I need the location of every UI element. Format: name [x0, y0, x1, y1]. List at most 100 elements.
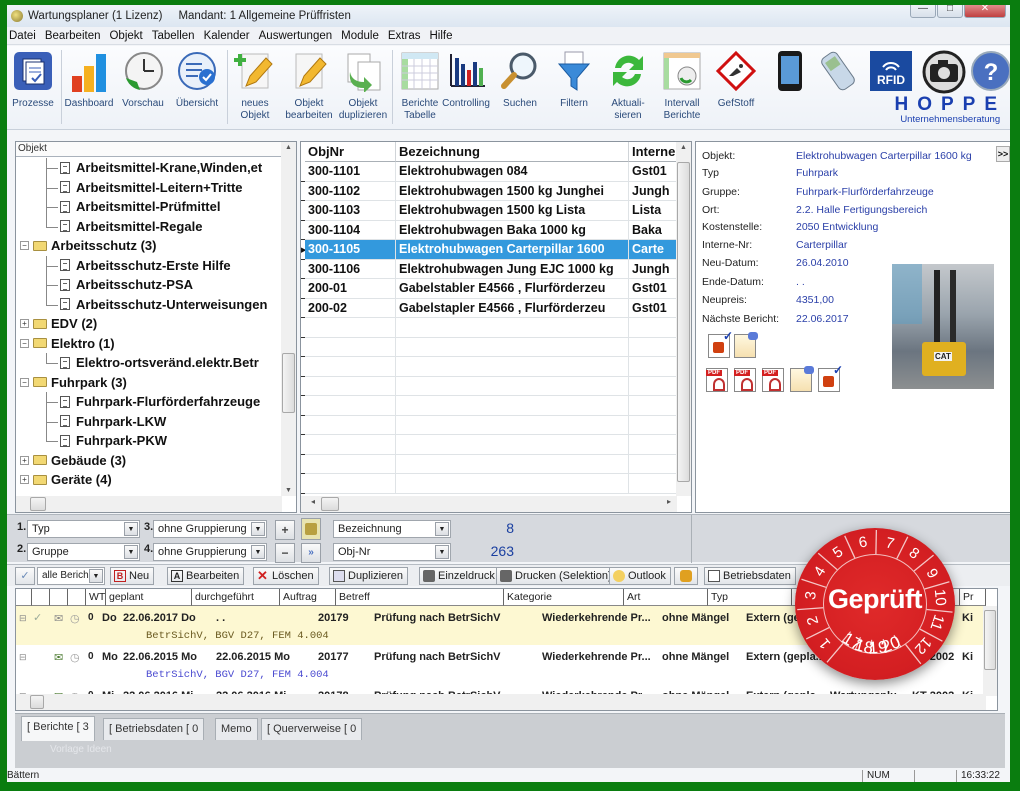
pdf-icon[interactable]	[734, 368, 756, 392]
edit-report-button[interactable]: A Bearbeiten	[167, 567, 245, 585]
object-row-cell[interactable]: Jungh	[629, 181, 677, 201]
report-filter-select[interactable]: alle Berich ▼	[37, 567, 105, 585]
tree-item[interactable]: Arbeitsmittel-Prüfmittel	[60, 197, 220, 217]
object-row-cell[interactable]: 200-01	[305, 279, 396, 299]
operating-data-button[interactable]: Betriebsdaten	[704, 567, 796, 585]
object-row-cell[interactable]: Gst01	[629, 279, 677, 299]
delete-report-button[interactable]: ✕ Löschen	[253, 567, 319, 585]
checkmark-doc-icon[interactable]	[818, 363, 843, 392]
report-column-header[interactable]: Auftrag	[280, 589, 336, 606]
tree-folder[interactable]: + EDV (2)	[20, 314, 97, 334]
reports-hscroll-thumb[interactable]	[30, 695, 44, 709]
reports-scroll-thumb[interactable]	[984, 610, 996, 670]
report-column-header[interactable]: WT	[86, 589, 106, 606]
toolbar-objekt-bearbeiten-button[interactable]: Objekt bearbeiten	[283, 50, 335, 126]
expand-all-button[interactable]: »	[301, 543, 321, 563]
menu-module[interactable]: Module	[341, 30, 379, 42]
image-doc-icon[interactable]	[790, 366, 814, 392]
menu-datei[interactable]: Datei	[9, 30, 36, 42]
tree-item[interactable]: Arbeitsmittel-Leitern+Tritte	[60, 178, 243, 198]
toolbar-smartphone-button[interactable]	[764, 50, 816, 126]
toolbar-dashboard-button[interactable]: Dashboard	[63, 50, 115, 126]
maximize-button[interactable]: □	[937, 5, 963, 18]
expand-icon[interactable]: +	[20, 455, 29, 465]
object-grid-hscroll-thumb[interactable]	[321, 497, 339, 511]
tree-item[interactable]: Fuhrpark-Flurförderfahrzeuge	[60, 392, 260, 412]
collapse-icon[interactable]: ⊟	[19, 613, 27, 624]
report-column-header[interactable]	[68, 589, 86, 606]
sort-field-2-select[interactable]: Obj-Nr ▼	[333, 543, 451, 561]
toolbar-objekt-duplizieren-button[interactable]: Objekt duplizieren	[337, 50, 389, 126]
report-column-header[interactable]	[16, 589, 32, 606]
collapse-icon[interactable]: ⊟	[19, 652, 27, 663]
object-row-cell[interactable]: 300-1102	[305, 181, 396, 201]
object-row-cell[interactable]: Gst01	[629, 298, 677, 318]
object-row-cell[interactable]: Gabelstabler E4566 , Flurförderzeu	[396, 279, 629, 299]
expand-icon[interactable]: +	[20, 319, 29, 329]
object-row-cell[interactable]: Gabelstapler E4566 , Flurförderzeu	[396, 298, 629, 318]
tree-folder[interactable]: − Arbeitsschutz (3)	[20, 236, 156, 256]
object-row-cell[interactable]: 300-1104	[305, 220, 396, 240]
image-doc-icon[interactable]	[734, 332, 758, 358]
toolbar-controlling-button[interactable]: Controlling	[440, 50, 492, 126]
sort-field-1-select[interactable]: Bezeichnung ▼	[333, 520, 451, 538]
object-row-cell[interactable]: 200-02	[305, 298, 396, 318]
group-level-2-select[interactable]: Gruppe ▼	[27, 543, 140, 561]
checkmark-doc-icon[interactable]	[708, 329, 733, 358]
duplicate-report-button[interactable]: Duplizieren	[329, 567, 409, 585]
reports-vertical-scrollbar[interactable]	[983, 606, 997, 696]
object-row-cell[interactable]: 300-1105	[305, 240, 396, 260]
tree-item[interactable]: Arbeitsmittel-Krane,Winden,et	[60, 158, 262, 178]
menu-extras[interactable]: Extras	[388, 30, 421, 42]
tree-item[interactable]: Arbeitsmittel-Regale	[60, 217, 202, 237]
menu-tabellen[interactable]: Tabellen	[152, 30, 195, 42]
pdf-icon[interactable]	[762, 368, 784, 392]
menu-bearbeiten[interactable]: Bearbeiten	[45, 30, 101, 42]
column-header-1[interactable]: Bezeichnung	[396, 142, 629, 162]
object-row-cell[interactable]: Elektrohubwagen 1500 kg Junghei	[396, 181, 629, 201]
object-row-cell[interactable]: Jungh	[629, 259, 677, 279]
object-row-cell[interactable]: Gst01	[629, 162, 677, 182]
toolbar-filtern-button[interactable]: Filtern	[548, 50, 600, 126]
group-level-1-select[interactable]: Typ ▼	[27, 520, 140, 538]
report-column-header[interactable]: Art	[624, 589, 708, 606]
toolbar-uebersicht-button[interactable]: Übersicht	[171, 50, 223, 126]
tab-berichte[interactable]: [ Berichte [ 3	[21, 716, 95, 741]
print-single-button[interactable]: Einzeldruck	[419, 567, 500, 585]
report-column-header[interactable]: durchgeführt	[192, 589, 280, 606]
object-row-cell[interactable]: Elektrohubwagen Baka 1000 kg	[396, 220, 629, 240]
column-header-2[interactable]: Interne	[629, 142, 677, 162]
menu-kalender[interactable]: Kalender	[204, 30, 250, 42]
reports-horizontal-scrollbar[interactable]	[16, 694, 986, 710]
object-grid-horizontal-scrollbar[interactable]: ◂ ▸	[301, 496, 677, 512]
tree-folder[interactable]: − Fuhrpark (3)	[20, 373, 127, 393]
minimize-button[interactable]: —	[910, 5, 936, 18]
report-column-header[interactable]	[32, 589, 50, 606]
tree-folder[interactable]: + Geräte (4)	[20, 470, 112, 490]
column-header-0[interactable]: ObjNr	[305, 142, 396, 162]
toolbar-neues-objekt-button[interactable]: neues Objekt	[229, 50, 281, 126]
report-column-header[interactable]: Kategorie	[504, 589, 624, 606]
object-row-cell[interactable]: Lista	[629, 201, 677, 221]
tab-betriebsdaten[interactable]: [ Betriebsdaten [ 0	[103, 718, 205, 740]
toolbar-vorschau-button[interactable]: Vorschau	[117, 50, 169, 126]
collapse-icon[interactable]: −	[20, 377, 29, 387]
tree-folder[interactable]: − Elektro (1)	[20, 334, 115, 354]
collapse-icon[interactable]: −	[20, 338, 29, 348]
print-selection-button[interactable]: Drucken (Selektion)	[496, 567, 617, 585]
object-row-cell[interactable]: 300-1106	[305, 259, 396, 279]
collapse-icon[interactable]: −	[20, 241, 29, 251]
menu-hilfe[interactable]: Hilfe	[429, 30, 452, 42]
group-level-4-select[interactable]: ohne Gruppierung ▼	[153, 543, 267, 561]
menu-auswertungen[interactable]: Auswertungen	[259, 30, 333, 42]
object-row-cell[interactable]: Elektrohubwagen Carterpillar 1600	[396, 240, 629, 260]
toolbar-intervall-berichte-button[interactable]: Intervall Berichte	[656, 50, 708, 126]
object-row-cell[interactable]: Elektrohubwagen Jung EJC 1000 kg	[396, 259, 629, 279]
tree-scroll-thumb[interactable]	[282, 353, 295, 413]
object-row-cell[interactable]: Elektrohubwagen 1500 kg Lista	[396, 201, 629, 221]
object-row-cell[interactable]: Baka	[629, 220, 677, 240]
add-grouping-button[interactable]: +	[275, 520, 295, 540]
expand-icon[interactable]: +	[20, 475, 29, 485]
tree-item[interactable]: Fuhrpark-PKW	[60, 431, 167, 451]
select-all-checkbox[interactable]: ✓	[15, 567, 35, 585]
